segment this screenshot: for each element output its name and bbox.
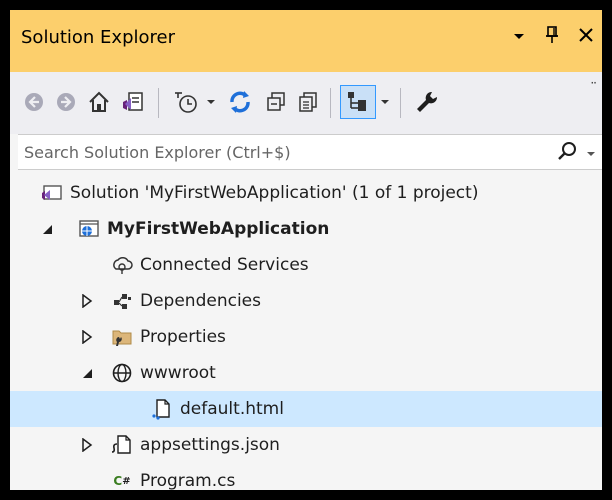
window-title: Solution Explorer <box>21 27 175 48</box>
close-icon[interactable] <box>578 27 594 48</box>
forward-icon[interactable] <box>52 86 80 118</box>
tree-item-properties[interactable]: Properties <box>10 319 602 355</box>
tree-item-solution[interactable]: Solution 'MyFirstWebApplication' (1 of 1… <box>10 175 602 211</box>
csharp-file-icon: C # <box>113 474 131 488</box>
toolbar: ·· <box>10 72 602 134</box>
tree-item-label: Properties <box>140 327 226 347</box>
search-options-dropdown-icon[interactable] <box>586 144 596 163</box>
solution-tree: Solution 'MyFirstWebApplication' (1 of 1… <box>10 170 602 491</box>
tree-item-label: wwwroot <box>140 363 216 383</box>
toolbar-separator <box>158 88 159 118</box>
collapsed-arrow-icon[interactable] <box>80 293 94 309</box>
home-icon[interactable] <box>84 86 114 118</box>
tree-item-label: appsettings.json <box>140 435 280 455</box>
filter-dropdown-icon[interactable] <box>204 86 218 118</box>
tree-item-label: MyFirstWebApplication <box>107 219 330 239</box>
dropdown-icon[interactable] <box>512 28 526 48</box>
preview-dropdown-icon[interactable] <box>378 86 392 118</box>
search-controls <box>556 140 596 166</box>
search-box <box>18 134 602 170</box>
json-file-icon <box>111 434 133 456</box>
title-bar: Solution Explorer <box>10 10 602 72</box>
globe-icon <box>111 362 133 384</box>
dependencies-icon <box>111 290 133 312</box>
properties-folder-icon <box>111 326 133 348</box>
tree-item-project[interactable]: MyFirstWebApplication <box>10 211 602 247</box>
pin-icon[interactable] <box>544 25 560 50</box>
sync-icon[interactable] <box>224 86 256 118</box>
collapsed-arrow-icon[interactable] <box>80 329 94 345</box>
tree-item-default-html[interactable]: default.html <box>10 391 602 427</box>
toolbar-separator <box>330 88 331 118</box>
web-project-icon <box>78 218 100 240</box>
search-input[interactable] <box>18 135 550 169</box>
tree-item-dependencies[interactable]: Dependencies <box>10 283 602 319</box>
tree-item-wwwroot[interactable]: wwwroot <box>10 355 602 391</box>
collapsed-arrow-icon[interactable] <box>80 437 94 453</box>
window-controls <box>512 25 594 50</box>
tree-item-label: Solution 'MyFirstWebApplication' (1 of 1… <box>70 183 479 203</box>
switch-views-icon[interactable] <box>118 86 148 118</box>
toolbar-overflow-icon[interactable]: ·· <box>590 76 597 90</box>
solution-explorer-window: Solution Explorer ·· Search Solution Exp… <box>10 10 602 491</box>
preview-selected-icon[interactable] <box>340 85 376 119</box>
properties-icon[interactable] <box>410 86 442 118</box>
tree-item-label: Connected Services <box>140 255 309 275</box>
tree-item-label: Program.cs <box>140 471 236 491</box>
show-all-files-icon[interactable] <box>294 86 322 118</box>
tree-item-program-cs[interactable]: C # Program.cs <box>10 463 602 499</box>
tree-item-label: Dependencies <box>140 291 261 311</box>
expanded-arrow-icon[interactable] <box>40 221 54 235</box>
html-file-icon <box>151 398 173 420</box>
tree-item-connected-services[interactable]: Connected Services <box>10 247 602 283</box>
connected-services-icon <box>111 254 133 276</box>
toolbar-separator <box>400 88 401 118</box>
collapse-all-icon[interactable] <box>262 86 290 118</box>
search-icon[interactable] <box>556 140 578 166</box>
back-icon[interactable] <box>20 86 48 118</box>
tree-item-appsettings-json[interactable]: appsettings.json <box>10 427 602 463</box>
solution-icon <box>41 182 63 204</box>
tree-item-label: default.html <box>180 399 284 419</box>
expanded-arrow-icon[interactable] <box>80 365 94 379</box>
pending-changes-filter-icon[interactable] <box>170 86 202 118</box>
